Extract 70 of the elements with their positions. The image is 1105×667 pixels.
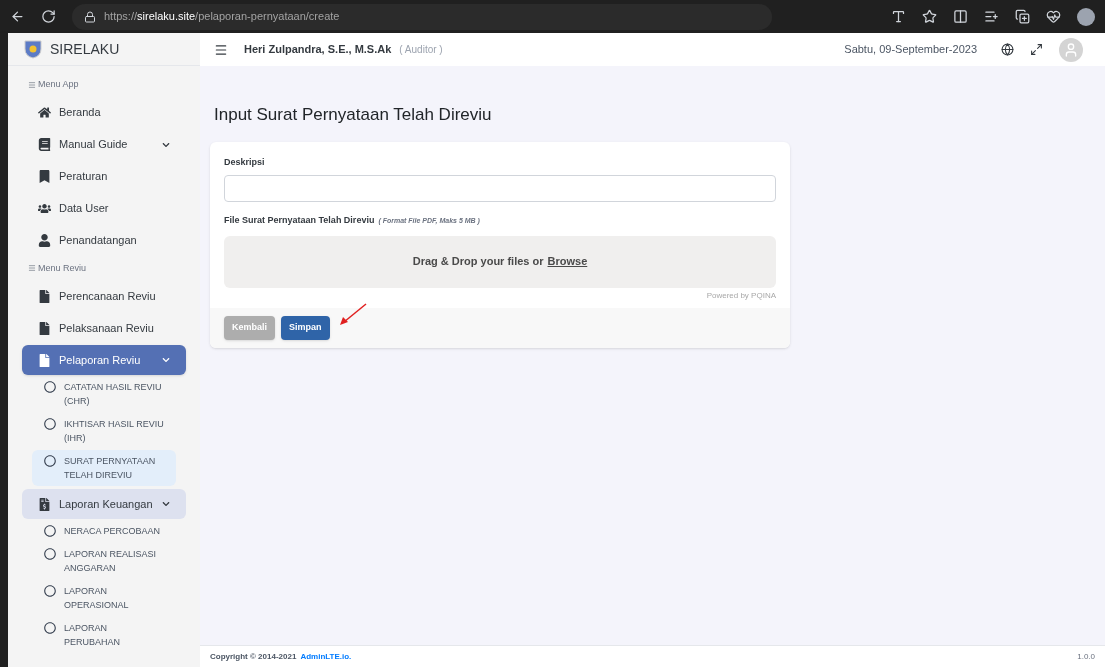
profile-avatar[interactable] [1077,7,1095,26]
sidebar-menu-item[interactable]: Manual Guide [22,129,186,160]
copyright-text: Copyright © 2014-2021 [210,650,297,663]
chevron-icon [162,500,170,508]
menu-icon[interactable] [214,42,228,57]
brand-name: SIRELAKU [50,39,120,59]
submenu-label: LAPORAN PERUBAHAN [64,622,121,649]
date-text: Sabtu, 09-September-2023 [844,42,977,58]
sidebar-menu-item[interactable]: Laporan Keuangan [22,489,186,519]
save-button[interactable]: Simpan [281,315,330,340]
users-icon [38,202,51,215]
page-title: Input Surat Pernyataan Telah Direviu [213,104,493,126]
section-heading: Menu App [38,78,79,91]
powered-by-text: Powered by PQINA [705,289,776,302]
invoice-icon [38,497,51,511]
user-role: ( Auditor ) [399,43,443,57]
globe-icon[interactable] [1001,43,1014,56]
menu-lines-icon [28,264,36,273]
field-label: Deskripsi [224,155,266,169]
submenu-label: LAPORAN REALISASI ANGGARAN [64,548,158,575]
submenu-label: SURAT PERNYATAAN TELAH DIREVIU [64,455,157,482]
address-bar[interactable]: https://sirelaku.site/pelaporan-pernyataan/create [72,3,772,30]
sidebar-menu-item[interactable]: Peraturan [22,161,186,192]
sidebar-menu-item[interactable]: Perencanaan Reviu [22,281,186,311]
sidebar-submenu-item[interactable]: NERACA PERCOBAAN [32,520,176,542]
submenu-label: LAPORAN OPERASIONAL [64,585,130,612]
sidebar-menu-item[interactable]: Pelaporan Reviu [22,345,186,375]
chevron-icon [162,356,170,364]
book-icon [38,138,51,151]
shield-logo-icon [24,39,42,59]
home-icon [38,106,51,119]
sidebar-submenu-item[interactable]: LAPORAN PERUBAHAN [32,617,176,653]
sidebar-submenu-item[interactable]: CATATAN HASIL REVIU (CHR) [32,376,176,412]
file-icon [38,353,51,367]
bookmark-icon [38,170,51,183]
sidebar-menu-item[interactable]: Penandatangan [22,225,186,256]
reload-icon[interactable] [41,9,56,24]
submenu-label: IKHTISAR HASIL REVIU (IHR) [64,418,164,445]
section-heading: Menu Reviu [38,261,87,275]
health-icon[interactable] [1046,9,1061,24]
lock-icon [84,10,96,23]
collections-icon[interactable] [1015,9,1030,24]
description-input[interactable] [224,175,776,202]
sidebar-menu-item[interactable]: Beranda [22,97,186,128]
browse-link[interactable]: Browse [547,253,588,270]
dropzone-text: Drag & Drop your files or [412,254,544,270]
menu-lines-icon [28,80,36,89]
url-text: https://sirelaku.site/pelaporan-pernyataan/create [104,9,340,25]
sidebar-submenu-item[interactable]: LAPORAN OPERASIONAL [32,580,176,616]
user-name: Heri Zulpandra, S.E., M.S.Ak [244,42,392,58]
annotation-arrow [338,302,368,327]
sidebar-submenu-item[interactable]: SURAT PERNYATAAN TELAH DIREVIU [32,450,176,486]
sidebar-submenu-item[interactable]: IKHTISAR HASIL REVIU (IHR) [32,413,176,449]
chevron-icon [162,140,170,149]
version-text: 1.0.0 [1077,650,1095,663]
sidebar-menu-item[interactable]: Pelaksanaan Reviu [22,313,186,343]
sidebar-submenu-item[interactable]: LAPORAN REALISASI ANGGARAN [32,543,176,579]
fullscreen-icon[interactable] [1030,43,1043,56]
file-icon [38,289,51,303]
back-icon[interactable] [10,9,25,24]
user-icon [38,234,51,247]
file-dropzone[interactable]: Drag & Drop your files or Browse [224,235,776,288]
star-icon[interactable] [922,9,937,24]
adminlte-link[interactable]: AdminLTE.io. [300,650,352,663]
sidebar-menu-item[interactable]: Data User [22,193,186,224]
split-screen-icon[interactable] [953,9,968,24]
field-label: File Surat Pernyataan Telah Direviu [224,214,375,227]
file-icon [38,321,51,335]
submenu-label: NERACA PERCOBAAN [64,525,162,538]
submenu-label: CATATAN HASIL REVIU (CHR) [64,381,163,408]
